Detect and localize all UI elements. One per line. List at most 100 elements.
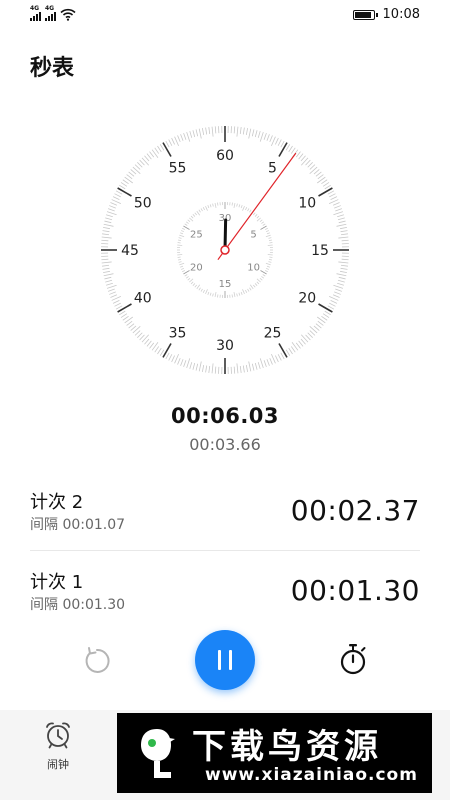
subdial-tick — [212, 293, 214, 297]
dial-tick — [266, 134, 270, 141]
dial-tick — [338, 261, 349, 264]
subdial-tick — [178, 261, 182, 263]
subdial-tick — [202, 207, 205, 211]
dial-tick — [120, 313, 128, 318]
dial-second-label: 55 — [169, 161, 187, 177]
subdial-tick — [262, 274, 266, 277]
subdial-tick — [265, 230, 270, 233]
dial-tick — [103, 273, 114, 277]
dial-tick — [278, 343, 288, 358]
dial-tick — [208, 127, 211, 135]
dial-tick — [159, 144, 165, 151]
dial-tick — [112, 300, 120, 304]
dial-tick — [205, 365, 208, 373]
dial-tick — [335, 288, 343, 292]
dial-tick — [205, 127, 208, 135]
subdial-tick — [262, 223, 266, 226]
dial-tick — [103, 270, 111, 273]
dial-tick — [275, 137, 279, 145]
dial-tick — [146, 153, 152, 160]
subdial-tick — [265, 234, 271, 238]
dial-tick — [110, 294, 118, 298]
dial-tick — [183, 360, 187, 368]
dial-tick — [337, 279, 345, 283]
subdial-tick — [194, 284, 197, 288]
dial-tick — [103, 223, 114, 227]
dial-second-label: 40 — [134, 291, 152, 307]
dial-tick — [333, 211, 344, 216]
subdial-tick — [207, 205, 210, 209]
dial-tick — [104, 220, 112, 224]
dial-tick — [337, 214, 345, 218]
dial-tick — [245, 364, 248, 372]
subdial-tick — [209, 204, 212, 208]
dial-tick — [317, 174, 324, 180]
subdial-tick — [254, 283, 258, 286]
dial-tick — [192, 130, 196, 138]
dial-tick — [162, 142, 172, 157]
subdial-tick — [236, 293, 238, 297]
dial-second-label: 5 — [268, 161, 277, 177]
dial-tick — [263, 360, 267, 368]
subdial-tick — [198, 287, 201, 291]
subdial-tick — [256, 215, 260, 219]
dial-tick — [174, 353, 179, 364]
dial-tick — [295, 342, 301, 349]
dial-tick — [327, 305, 335, 310]
lap-time: 00:01.30 — [290, 574, 420, 607]
subdial-tick — [256, 278, 261, 283]
subdial-tick — [192, 214, 196, 217]
lap-button[interactable] — [336, 642, 370, 678]
dial-tick — [130, 169, 137, 175]
dial-tick — [109, 205, 116, 209]
network-type-label-2: 4G — [45, 5, 55, 12]
dial-tick — [266, 359, 270, 366]
dial-tick — [305, 159, 311, 166]
dial-tick — [102, 264, 110, 267]
dial-tick — [154, 346, 160, 353]
dial-tick — [105, 217, 113, 221]
dial-tick — [251, 129, 255, 137]
dial-tick — [102, 267, 110, 270]
dial-tick — [117, 303, 132, 313]
dial-tick — [144, 338, 150, 345]
dial-tick — [107, 208, 115, 212]
dial-tick — [288, 145, 293, 153]
dial-tick — [341, 258, 349, 261]
dial-tick — [126, 174, 133, 180]
status-bar: 4G 4G 10:08 — [0, 0, 450, 32]
dial-tick — [339, 227, 347, 230]
dial-tick — [318, 187, 333, 197]
subdial-tick — [266, 232, 270, 235]
dial-tick — [109, 291, 116, 295]
lap-interval: 间隔 00:01.30 — [30, 597, 126, 613]
dial-tick — [149, 151, 155, 158]
dial-tick — [105, 279, 113, 283]
dial-tick — [271, 136, 276, 147]
dial-tick — [334, 291, 341, 295]
dial-tick — [336, 223, 347, 227]
dial-tick — [242, 365, 245, 373]
dial-tick — [277, 354, 282, 361]
pause-button[interactable] — [195, 630, 255, 690]
dial-second-label: 50 — [134, 196, 152, 212]
subdial-tick — [196, 210, 201, 216]
dial-tick — [298, 153, 304, 160]
dial-tick — [105, 214, 113, 218]
tab-alarm[interactable]: 闹钟 — [36, 720, 80, 772]
dial-tick — [337, 282, 345, 286]
dial-tick — [165, 352, 170, 360]
subdial-minute-label: 15 — [219, 279, 232, 290]
dial-tick — [168, 139, 173, 146]
reset-button[interactable] — [80, 644, 114, 678]
subdial-tick — [179, 262, 185, 266]
dial-tick — [248, 361, 252, 372]
subdial-tick — [198, 209, 201, 213]
subdial-minute-label: 10 — [247, 263, 260, 274]
reset-icon — [85, 647, 110, 673]
subdial-tick — [268, 237, 272, 239]
dial-tick — [341, 239, 349, 242]
subdial-tick — [205, 289, 208, 295]
dial-second-label: 45 — [121, 243, 139, 259]
dial-tick — [208, 365, 211, 373]
